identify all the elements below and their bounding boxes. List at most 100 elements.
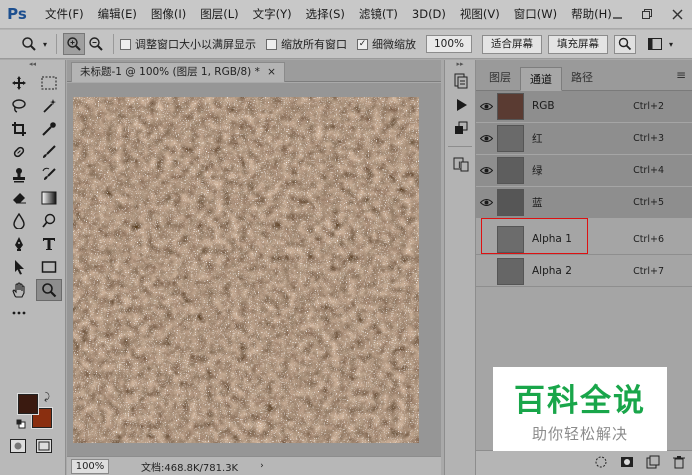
menu-window[interactable]: 窗口(W) <box>507 6 564 22</box>
status-zoom-field[interactable]: 100% <box>71 458 109 474</box>
channel-row-alpha-1[interactable]: Alpha 1 Ctrl+6 <box>476 224 692 255</box>
pen-tool-icon[interactable] <box>6 233 32 255</box>
channel-row-alpha-2[interactable]: Alpha 2 Ctrl+7 <box>476 256 692 287</box>
watermark-logo: 百科全说 助你轻松解决 <box>493 367 667 451</box>
close-tab-icon[interactable]: × <box>267 66 276 78</box>
quick-mask-icon[interactable] <box>10 439 26 453</box>
zoom-all-checkbox[interactable] <box>266 38 277 50</box>
fit-screen-button[interactable]: 适合屏幕 <box>482 34 542 54</box>
resize-windows-option[interactable]: 调整窗口大小以满屏显示 <box>120 36 256 52</box>
document-tab-bar: 未标题-1 @ 100% (图层 1, RGB/8) * × <box>67 60 441 82</box>
resize-windows-label: 调整窗口大小以满屏显示 <box>135 38 256 51</box>
magic-wand-tool-icon[interactable] <box>36 95 62 117</box>
default-colors-icon[interactable] <box>16 419 26 429</box>
channel-thumbnail <box>497 124 524 152</box>
menu-filter[interactable]: 滤镜(T) <box>352 6 405 22</box>
type-tool-icon[interactable] <box>36 233 62 255</box>
zoom-all-label: 缩放所有窗口 <box>281 38 347 51</box>
tab-layers[interactable]: 图层 <box>480 66 520 90</box>
zoom-percent-field[interactable]: 100% <box>426 35 472 53</box>
clone-stamp-tool-icon[interactable] <box>6 164 32 186</box>
character-panel-icon[interactable]: Ⅰ <box>449 153 473 175</box>
visibility-eye-icon[interactable] <box>476 123 496 154</box>
menu-type[interactable]: 文字(Y) <box>246 6 299 22</box>
dodge-tool-icon[interactable] <box>36 210 62 232</box>
image-canvas[interactable] <box>73 97 419 443</box>
search-icon[interactable] <box>614 34 636 54</box>
healing-brush-tool-icon[interactable] <box>6 141 32 163</box>
visibility-eye-icon[interactable] <box>476 91 496 122</box>
zoom-tool-preset-icon[interactable] <box>18 33 40 55</box>
visibility-eye-icon[interactable] <box>476 187 496 218</box>
channel-shortcut: Ctrl+2 <box>633 100 664 112</box>
tab-paths[interactable]: 路径 <box>562 66 602 90</box>
rectangle-tool-icon[interactable] <box>36 256 62 278</box>
more-tools-icon[interactable] <box>6 302 32 324</box>
channel-row-green[interactable]: 绿 Ctrl+4 <box>476 155 692 186</box>
panel-menu-icon[interactable]: ≡ <box>676 68 686 82</box>
fill-screen-button[interactable]: 填充屏幕 <box>548 34 608 54</box>
channel-row-blue[interactable]: 蓝 Ctrl+5 <box>476 187 692 218</box>
zoom-tool-icon[interactable] <box>36 279 62 301</box>
panel-dock: ▸▸ Ⅰ <box>444 60 476 475</box>
eraser-tool-icon[interactable] <box>6 187 32 209</box>
move-tool-icon[interactable] <box>6 72 32 94</box>
zoom-in-icon[interactable] <box>63 33 85 55</box>
foreground-color-swatch[interactable] <box>17 393 39 415</box>
swap-colors-icon[interactable]: ⤸ <box>44 392 50 403</box>
channel-name: Alpha 2 <box>532 265 572 277</box>
channel-shortcut: Ctrl+7 <box>633 265 664 277</box>
document-area <box>67 83 441 456</box>
chevron-down-icon[interactable]: ▾ <box>40 33 50 55</box>
toolbar-collapse-icon[interactable]: ◂◂ <box>0 60 65 68</box>
blur-tool-icon[interactable] <box>6 210 32 232</box>
new-channel-icon[interactable] <box>646 455 660 472</box>
zoom-all-option[interactable]: 缩放所有窗口 <box>266 36 347 52</box>
channel-row-red[interactable]: 红 Ctrl+3 <box>476 123 692 154</box>
crop-tool-icon[interactable] <box>6 118 32 140</box>
load-selection-icon[interactable] <box>594 455 608 472</box>
channel-thumbnail <box>497 156 524 184</box>
channel-row-rgb[interactable]: RGB Ctrl+2 <box>476 91 692 122</box>
visibility-eye-icon[interactable] <box>476 155 496 186</box>
panel-tab-bar: 图层 通道 路径 ≡ <box>476 60 692 91</box>
brush-tool-icon[interactable] <box>36 141 62 163</box>
menu-select[interactable]: 选择(S) <box>299 6 352 22</box>
resize-windows-checkbox[interactable] <box>120 38 131 50</box>
restore-icon[interactable] <box>632 0 662 28</box>
delete-channel-icon[interactable] <box>672 455 686 472</box>
menu-edit[interactable]: 编辑(E) <box>91 6 144 22</box>
menu-file[interactable]: 文件(F) <box>38 6 91 22</box>
marquee-tool-icon[interactable] <box>36 72 62 94</box>
scrubby-zoom-label: 细微缩放 <box>372 38 416 51</box>
visibility-toggle-empty[interactable] <box>476 224 496 255</box>
path-selection-tool-icon[interactable] <box>6 256 32 278</box>
history-brush-tool-icon[interactable] <box>36 164 62 186</box>
dock-collapse-icon[interactable]: ▸▸ <box>445 60 475 68</box>
menu-view[interactable]: 视图(V) <box>453 6 507 22</box>
eyedropper-tool-icon[interactable] <box>36 118 62 140</box>
workspace-icon[interactable] <box>644 33 666 55</box>
3d-panel-icon[interactable] <box>449 118 473 140</box>
minimize-icon[interactable] <box>602 0 632 28</box>
zoom-out-icon[interactable] <box>85 33 107 55</box>
scrubby-zoom-option[interactable]: ✓ 细微缩放 <box>357 36 416 52</box>
lasso-tool-icon[interactable] <box>6 95 32 117</box>
document-tab[interactable]: 未标题-1 @ 100% (图层 1, RGB/8) * × <box>71 62 285 82</box>
chevron-down-icon[interactable]: ▾ <box>666 33 676 55</box>
hand-tool-icon[interactable] <box>6 279 32 301</box>
tab-channels[interactable]: 通道 <box>520 67 562 91</box>
visibility-toggle-empty[interactable] <box>476 256 496 287</box>
actions-play-icon[interactable] <box>449 94 473 116</box>
history-panel-icon[interactable] <box>449 70 473 92</box>
save-selection-icon[interactable] <box>620 455 634 472</box>
menu-image[interactable]: 图像(I) <box>144 6 193 22</box>
screen-mode-icon[interactable] <box>36 439 52 453</box>
separator <box>113 34 114 54</box>
menu-3d[interactable]: 3D(D) <box>405 7 453 21</box>
close-icon[interactable] <box>662 0 692 28</box>
gradient-tool-icon[interactable] <box>36 187 62 209</box>
scrubby-zoom-checkbox[interactable]: ✓ <box>357 38 368 50</box>
status-menu-arrow-icon[interactable]: › <box>260 461 264 471</box>
menu-layer[interactable]: 图层(L) <box>193 6 245 22</box>
